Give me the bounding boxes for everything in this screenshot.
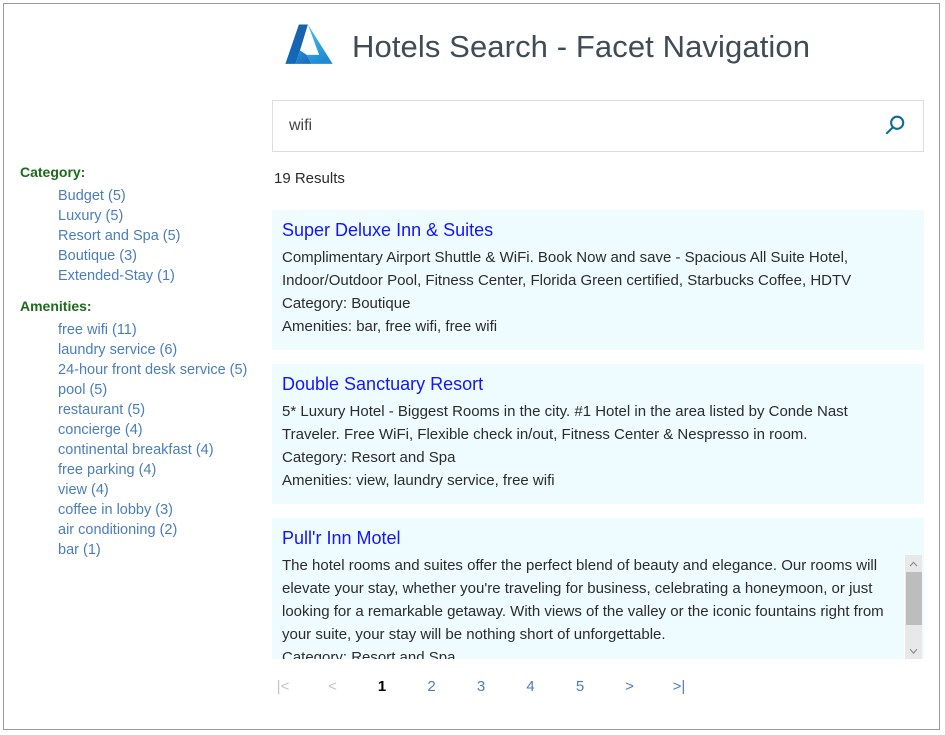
scroll-up-arrow[interactable] <box>905 555 922 572</box>
result-card: Super Deluxe Inn & Suites Complimentary … <box>272 210 924 350</box>
result-description: Complimentary Airport Shuttle & WiFi. Bo… <box>282 246 906 292</box>
result-description: The hotel rooms and suites offer the per… <box>282 554 906 646</box>
pagination-first: |< <box>276 678 290 695</box>
facet-sidebar: Category: Budget (5) Luxury (5) Resort a… <box>4 164 266 572</box>
scrollbar-thumb[interactable] <box>906 572 922 625</box>
list-item: Extended-Stay (1) <box>58 266 266 286</box>
facet-item-free-parking[interactable]: free parking (4) <box>58 462 156 478</box>
facet-item-extended-stay[interactable]: Extended-Stay (1) <box>58 268 175 284</box>
result-amenities: Amenities: bar, free wifi, free wifi <box>282 315 906 338</box>
result-title-link[interactable]: Double Sanctuary Resort <box>282 374 906 395</box>
facet-item-pool[interactable]: pool (5) <box>58 382 107 398</box>
facet-item-budget[interactable]: Budget (5) <box>58 188 126 204</box>
facet-item-laundry-service[interactable]: laundry service (6) <box>58 342 177 358</box>
pagination-page-2[interactable]: 2 <box>425 678 439 695</box>
browser-viewport: Hotels Search - Facet Navigation 19 Resu… <box>3 3 940 730</box>
scroll-down-arrow[interactable] <box>905 642 922 659</box>
result-amenities: Amenities: view, laundry service, free w… <box>282 469 906 492</box>
facet-item-coffee-in-lobby[interactable]: coffee in lobby (3) <box>58 502 173 518</box>
facet-list-amenities: free wifi (11) laundry service (6) 24-ho… <box>4 320 266 560</box>
list-item: Budget (5) <box>58 186 266 206</box>
facet-item-bar[interactable]: bar (1) <box>58 542 101 558</box>
list-item: air conditioning (2) <box>58 520 266 540</box>
facet-item-free-wifi[interactable]: free wifi (11) <box>58 322 137 338</box>
search-icon <box>882 113 908 139</box>
page-header: Hotels Search - Facet Navigation <box>266 4 926 90</box>
chevron-up-icon <box>909 561 918 567</box>
result-description: 5* Luxury Hotel - Biggest Rooms in the c… <box>282 400 906 446</box>
facet-item-resort-and-spa[interactable]: Resort and Spa (5) <box>58 228 181 244</box>
page-title: Hotels Search - Facet Navigation <box>352 29 810 65</box>
list-item: Luxury (5) <box>58 206 266 226</box>
result-category: Category: Resort and Spa <box>282 446 906 469</box>
pagination-page-4[interactable]: 4 <box>524 678 538 695</box>
list-item: Boutique (3) <box>58 246 266 266</box>
facet-item-luxury[interactable]: Luxury (5) <box>58 208 123 224</box>
facet-item-boutique[interactable]: Boutique (3) <box>58 248 137 264</box>
list-item: pool (5) <box>58 380 266 400</box>
list-item: coffee in lobby (3) <box>58 500 266 520</box>
pagination-last[interactable]: >| <box>672 678 686 695</box>
facet-item-air-conditioning[interactable]: air conditioning (2) <box>58 522 177 538</box>
facet-group-title: Amenities: <box>4 298 266 314</box>
pagination-prev: < <box>326 678 340 695</box>
list-item: restaurant (5) <box>58 400 266 420</box>
facet-item-view[interactable]: view (4) <box>58 482 109 498</box>
pagination: |< < 1 2 3 4 5 > >| <box>266 678 696 695</box>
list-item: 24-hour front desk service (5) <box>58 360 266 380</box>
chevron-down-icon <box>909 648 918 654</box>
list-item: free wifi (11) <box>58 320 266 340</box>
results-count: 19 Results <box>274 170 345 187</box>
facet-item-restaurant[interactable]: restaurant (5) <box>58 402 145 418</box>
pagination-page-5[interactable]: 5 <box>573 678 587 695</box>
azure-logo-icon <box>282 19 336 75</box>
pagination-next[interactable]: > <box>623 678 637 695</box>
result-card: Pull'r Inn Motel The hotel rooms and sui… <box>272 518 924 659</box>
search-bar[interactable] <box>272 100 924 152</box>
facet-item-continental-breakfast[interactable]: continental breakfast (4) <box>58 442 214 458</box>
result-card: Double Sanctuary Resort 5* Luxury Hotel … <box>272 364 924 504</box>
result-title-link[interactable]: Super Deluxe Inn & Suites <box>282 220 906 241</box>
facet-group-category: Category: Budget (5) Luxury (5) Resort a… <box>4 164 266 286</box>
list-item: free parking (4) <box>58 460 266 480</box>
result-title-link[interactable]: Pull'r Inn Motel <box>282 528 906 549</box>
pagination-page-1: 1 <box>375 678 389 695</box>
list-item: concierge (4) <box>58 420 266 440</box>
search-input[interactable] <box>273 102 867 150</box>
facet-item-24-hour-front-desk-service[interactable]: 24-hour front desk service (5) <box>58 362 247 378</box>
facet-list-category: Budget (5) Luxury (5) Resort and Spa (5)… <box>4 186 266 286</box>
list-item: bar (1) <box>58 540 266 560</box>
list-item: view (4) <box>58 480 266 500</box>
facet-group-amenities: Amenities: free wifi (11) laundry servic… <box>4 298 266 560</box>
facet-item-concierge[interactable]: concierge (4) <box>58 422 143 438</box>
results-list[interactable]: Super Deluxe Inn & Suites Complimentary … <box>272 210 924 659</box>
result-category: Category: Boutique <box>282 292 906 315</box>
facet-group-title: Category: <box>4 164 266 180</box>
results-scrollbar[interactable] <box>904 555 922 659</box>
list-item: laundry service (6) <box>58 340 266 360</box>
list-item: Resort and Spa (5) <box>58 226 266 246</box>
list-item: continental breakfast (4) <box>58 440 266 460</box>
result-category: Category: Resort and Spa <box>282 646 906 659</box>
pagination-page-3[interactable]: 3 <box>474 678 488 695</box>
search-button[interactable] <box>867 101 923 151</box>
